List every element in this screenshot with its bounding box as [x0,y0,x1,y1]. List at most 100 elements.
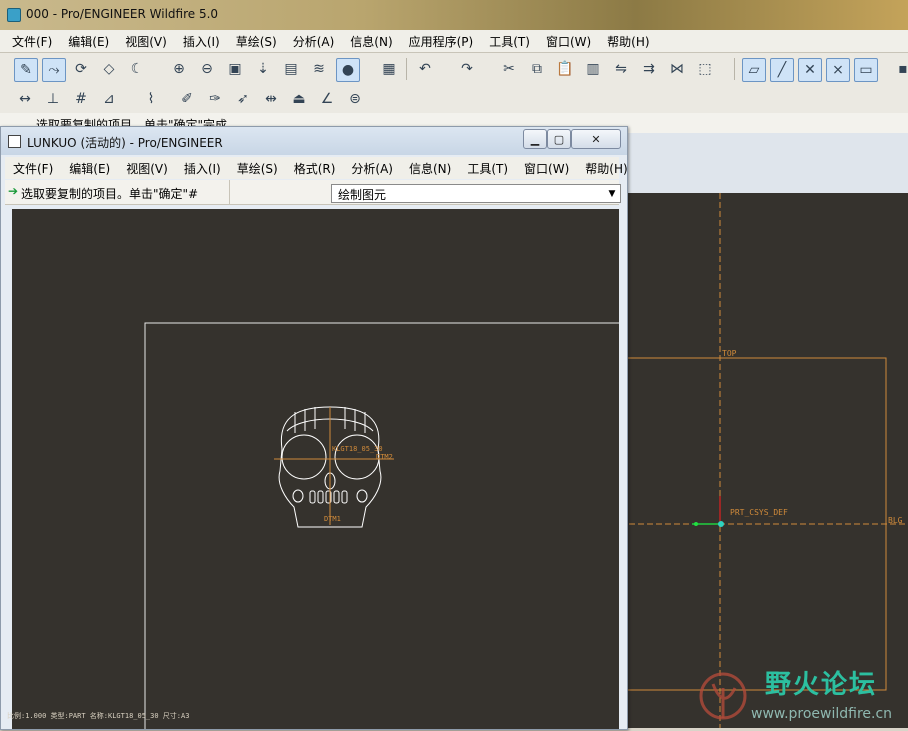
menu-sketch[interactable]: 草绘(S) [228,33,285,50]
grid-icon[interactable]: # [70,88,92,110]
watermark-title: 野火论坛 [765,670,878,700]
menu-analysis[interactable]: 分析(A) [285,33,343,50]
named-view-icon[interactable]: ▤ [280,58,302,80]
datum-planes-icon[interactable]: ▱ [742,58,766,82]
datum-points-icon[interactable]: ✕ [798,58,822,82]
main-graphics-area[interactable]: TOP PRT_CSYS_DEF BLG [609,193,908,728]
sub-graphics-area[interactable]: KLGT18_05_30 DTM2 DTM1 [12,209,619,729]
message-divider [229,180,230,204]
close-button[interactable]: ✕ [571,129,621,149]
sketch-view-icon[interactable]: ✎ [14,58,38,82]
layers-icon[interactable]: ≋ [308,58,330,80]
paste-special-icon[interactable]: ▥ [582,58,604,80]
copy-icon[interactable]: ⧉ [526,58,548,80]
menu-view[interactable]: 视图(V) [117,33,175,50]
lunkuo-window: LUNKUO (活动的) - Pro/ENGINEER ▁ ▢ ✕ 文件(F) … [0,126,628,730]
sub-menubar: 文件(F) 编辑(E) 视图(V) 插入(I) 草绘(S) 格式(R) 分析(A… [5,157,628,179]
mirror-icon[interactable]: ⇋ [610,58,632,80]
sub-message-text: 选取要复制的项目。单击"确定"# [21,187,199,201]
search-tool-icon[interactable]: ⋈ [666,58,688,80]
zoom-out-icon[interactable]: ⊖ [196,58,218,80]
sub-menu-format[interactable]: 格式(R) [286,160,344,177]
menu-info[interactable]: 信息(N) [342,33,400,50]
csys-icon[interactable]: ⨯ [826,58,850,82]
zoom-in-icon[interactable]: ⊕ [168,58,190,80]
view-manager-icon[interactable]: ⇣ [252,58,274,80]
filter-value: 绘制图元 [338,188,387,202]
sketch-label-dtm2: DTM2 [376,453,393,461]
sketch-label-dtm1: DTM1 [324,515,341,523]
constraints-icon[interactable]: ⊥ [42,88,64,110]
sub-menu-tools[interactable]: 工具(T) [459,160,516,177]
annotation-icon[interactable]: ▭ [854,58,878,82]
watermark-url: www.proewildfire.cn [751,706,893,722]
diagnose-icon[interactable]: ⌇ [140,88,162,110]
datum-label-right: BLG [888,516,903,525]
main-title-bar: 000 - Pro/ENGINEER Wildfire 5.0 [0,0,908,30]
horizontal-dim-icon[interactable]: ⇹ [260,88,282,110]
main-datum-display [609,193,908,728]
menu-help[interactable]: 帮助(H) [599,33,657,50]
base-dim-icon[interactable]: ⏏ [288,88,310,110]
window-icon [8,135,21,148]
drawing-sheet-border [144,322,619,729]
menu-window[interactable]: 窗口(W) [538,33,599,50]
sub-menu-file[interactable]: 文件(F) [5,160,61,177]
main-toolbar-sketch: ↔ ⊥ # ⊿ ⌇ ✐ ✑ ➶ ⇹ ⏏ ∠ ⊜ [0,85,908,113]
csys-origin [718,521,724,527]
orient-icon[interactable]: ◇ [98,58,120,80]
paste-icon[interactable]: 📋 [554,58,576,80]
sub-menu-sketch[interactable]: 草绘(S) [229,160,286,177]
drawing-status-bar: 比例:1.000 类型:PART 名称:KLGT18_05_30 尺寸:A3 [7,712,190,720]
main-filter-area [620,133,908,193]
vertices-icon[interactable]: ⊿ [98,88,120,110]
angle-dim-icon[interactable]: ∠ [316,88,338,110]
sub-menu-analysis[interactable]: 分析(A) [343,160,401,177]
cut-icon[interactable]: ✂ [498,58,520,80]
sub-window-title: LUNKUO (活动的) - Pro/ENGINEER [27,136,223,150]
sub-menu-window[interactable]: 窗口(W) [516,160,577,177]
chevron-down-icon[interactable]: ▼ [604,185,620,202]
datum-axes-icon[interactable]: ╱ [770,58,794,82]
csys-point [694,522,698,526]
modify-icon[interactable]: ✑ [204,88,226,110]
sketch-icon[interactable]: ▦ [378,58,400,80]
main-toolbar-top: ✎ ⤳ ⟳ ◇ ☾ ⊕ ⊖ ▣ ⇣ ▤ ≋ ● ▦ ↶ ↷ ✂ ⧉ 📋 ▥ ⇋ … [0,53,908,85]
undo-icon[interactable]: ↶ [414,58,436,80]
filter-dropdown[interactable]: 绘制图元 ▼ [331,184,621,203]
ordinate-dim-icon[interactable]: ⊜ [344,88,366,110]
app-icon [7,8,21,22]
redo-icon[interactable]: ↷ [456,58,478,80]
select-icon[interactable]: ⤳ [42,58,66,82]
regenerate-icon[interactable]: ⟳ [70,58,92,80]
menu-applications[interactable]: 应用程序(P) [401,33,482,50]
sub-menu-help[interactable]: 帮助(H) [577,160,635,177]
menu-edit[interactable]: 编辑(E) [60,33,117,50]
datum-label-top: TOP [722,349,737,358]
sub-menu-insert[interactable]: 插入(I) [176,160,229,177]
maximize-button[interactable]: ▢ [547,129,571,149]
dimension-icon[interactable]: ↔ [14,88,36,110]
sketch-label-part: KLGT18_05_30 [332,445,383,453]
refit-icon[interactable]: ▣ [224,58,246,80]
box-select-icon[interactable]: ⬚ [694,58,716,80]
csys-label: PRT_CSYS_DEF [730,508,788,517]
shade-icon[interactable]: ☾ [126,58,148,80]
minimize-button[interactable]: ▁ [523,129,547,149]
sub-message-area: ➔ 选取要复制的项目。单击"确定"# 绘制图元 ▼ [5,180,621,205]
menu-file[interactable]: 文件(F) [4,33,60,50]
main-menubar: 文件(F) 编辑(E) 视图(V) 插入(I) 草绘(S) 分析(A) 信息(N… [0,30,908,53]
forum-watermark: 野火论坛 www.proewildfire.cn [695,658,908,728]
menu-insert[interactable]: 插入(I) [175,33,228,50]
sub-menu-edit[interactable]: 编辑(E) [61,160,118,177]
more-icon[interactable]: ▪ [892,58,908,80]
sub-menu-info[interactable]: 信息(N) [401,160,459,177]
menu-tools[interactable]: 工具(T) [481,33,538,50]
edit-icon[interactable]: ✐ [176,88,198,110]
message-arrow-icon: ➔ [8,184,19,198]
toolbar-divider [406,58,407,80]
align-icon[interactable]: ⇉ [638,58,660,80]
display-style-icon[interactable]: ● [336,58,360,82]
pick-arrow-icon[interactable]: ➶ [232,88,254,110]
sub-menu-view[interactable]: 视图(V) [118,160,176,177]
